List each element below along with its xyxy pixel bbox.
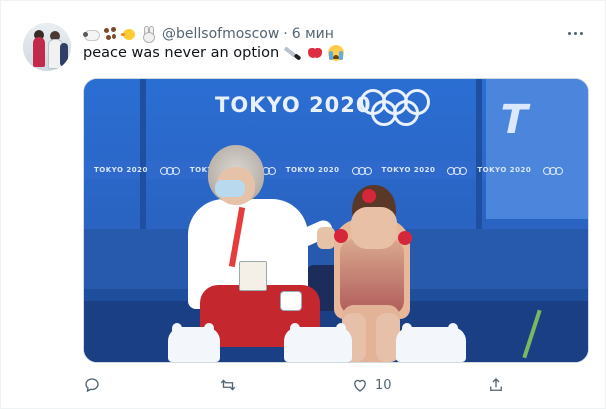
leotard-flower	[334, 229, 348, 243]
face-mask	[215, 180, 245, 197]
arena-pillar	[476, 79, 482, 229]
avatar-figure	[60, 43, 68, 67]
mascot	[396, 327, 466, 362]
accreditation-badge	[239, 261, 267, 291]
olympic-rings-icon	[447, 166, 468, 175]
olympic-rings-icon	[351, 166, 372, 175]
coach-hand	[317, 227, 335, 249]
gymnast-leotard	[340, 239, 404, 315]
tokyo-2020-wall-text: TOKYO 2020	[215, 93, 372, 117]
heart-icon	[354, 379, 366, 392]
tokyo-2020-band: TOKYO 2020 TOKYO 2020 TOKYO 2020 TOKYO 2…	[84, 163, 588, 177]
user-handle[interactable]: @bellsofmoscow	[162, 26, 279, 42]
timestamp[interactable]: 6 мин	[292, 26, 334, 42]
separator-dot: ·	[283, 26, 288, 42]
retweet-icon	[220, 379, 236, 391]
band-text: TOKYO 2020	[94, 166, 148, 174]
tweet-text-body: peace was never an option	[83, 45, 280, 61]
broken-heart-icon	[307, 45, 323, 61]
display-name-emojis[interactable]	[83, 26, 156, 43]
tweet[interactable]: @bellsofmoscow · 6 мин peace was never a…	[0, 0, 606, 409]
more-dot	[579, 31, 583, 35]
reply-icon	[85, 378, 99, 393]
olympic-rings-icon	[159, 166, 180, 175]
more-dot	[567, 31, 571, 35]
band-text: TOKYO 2020	[381, 166, 436, 174]
crying-face-icon	[328, 45, 345, 61]
band-text: TOKYO 2020	[285, 166, 340, 174]
chick-icon	[121, 26, 137, 42]
side-panel-logo-text: T	[495, 97, 533, 143]
mascot	[284, 327, 352, 362]
band-text: TOKYO 2020	[477, 166, 532, 174]
phone	[280, 291, 302, 311]
olympic-rings-icon	[360, 85, 448, 126]
retweet-button[interactable]	[219, 373, 237, 397]
more-options-button[interactable]	[563, 23, 587, 43]
mascot	[168, 327, 220, 362]
leotard-flower	[398, 231, 412, 245]
more-dot	[573, 31, 577, 35]
paw-prints-icon	[102, 26, 118, 42]
share-button[interactable]	[487, 373, 505, 397]
tweet-header: @bellsofmoscow · 6 мин	[83, 24, 334, 44]
avatar-figure	[33, 37, 45, 67]
avatar[interactable]	[23, 23, 71, 71]
like-button[interactable]: 10	[351, 373, 392, 397]
share-icon	[490, 378, 502, 391]
tweet-actions: 10	[83, 373, 503, 397]
sheep-icon	[83, 26, 100, 42]
arena-pillar	[140, 79, 146, 229]
reply-button[interactable]	[83, 373, 101, 397]
like-count: 10	[375, 377, 392, 393]
tweet-text: peace was never an option	[83, 45, 345, 61]
knife-icon	[283, 45, 302, 61]
rabbit-icon	[140, 26, 156, 43]
tweet-media-image[interactable]: TOKYO 2020 T TOKYO 2020 TOKYO 2020 TOKYO…	[83, 78, 589, 363]
arena-side-panel: T	[486, 79, 588, 219]
gymnast-hands	[351, 207, 397, 249]
hair-flower	[362, 189, 376, 203]
olympic-rings-icon	[543, 166, 564, 175]
